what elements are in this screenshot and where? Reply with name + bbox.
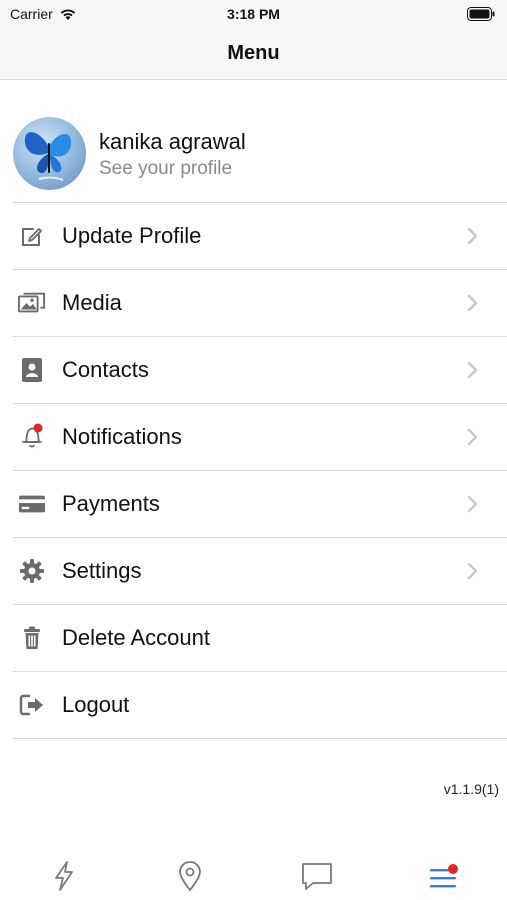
edit-icon [18, 222, 46, 250]
chevron-right-icon [467, 360, 479, 380]
menu-item-media[interactable]: Media [13, 270, 507, 337]
tab-location[interactable] [170, 860, 210, 900]
menu-item-label: Payments [62, 491, 160, 516]
profile-subtitle[interactable]: See your profile [99, 158, 232, 180]
nav-bar: Menu [0, 30, 507, 80]
trash-icon [18, 624, 46, 652]
gear-icon [18, 557, 46, 585]
menu-list: Update Profile Media Contacts Notificati… [0, 203, 507, 739]
lightning-icon [55, 861, 73, 891]
menu-item-label: Settings [62, 558, 142, 583]
avatar[interactable] [13, 117, 86, 190]
profile-name[interactable]: kanika agrawal [99, 129, 246, 155]
menu-item-label: Media [62, 290, 122, 315]
menu-item-label: Delete Account [62, 625, 210, 650]
menu-item-update-profile[interactable]: Update Profile [13, 203, 507, 270]
app-version: v1.1.9(1) [443, 781, 499, 797]
tab-chat[interactable] [297, 860, 337, 900]
menu-item-label: Update Profile [62, 223, 202, 248]
menu-item-delete-account[interactable]: Delete Account [13, 605, 507, 672]
menu-item-payments[interactable]: Payments [13, 471, 507, 538]
notification-badge [33, 423, 43, 433]
menu-item-label: Logout [62, 692, 130, 717]
contacts-icon [18, 356, 46, 384]
tab-bar [0, 842, 507, 900]
bell-icon [18, 423, 46, 451]
logout-icon [18, 691, 46, 719]
menu-item-label: Contacts [62, 357, 149, 382]
menu-item-notifications[interactable]: Notifications [13, 404, 507, 471]
chat-bubble-icon [302, 863, 332, 890]
chevron-right-icon [467, 293, 479, 313]
media-icon [18, 289, 46, 317]
chevron-right-icon [467, 561, 479, 581]
page-title: Menu [227, 42, 280, 64]
menu-item-contacts[interactable]: Contacts [13, 337, 507, 404]
menu-item-logout[interactable]: Logout [13, 672, 507, 739]
chevron-right-icon [467, 226, 479, 246]
battery-icon [467, 7, 495, 24]
location-pin-icon [179, 861, 201, 892]
tab-badge [448, 864, 458, 874]
chevron-right-icon [467, 494, 479, 514]
profile-header[interactable]: kanika agrawal See your profile [0, 80, 507, 202]
chevron-right-icon [467, 427, 479, 447]
credit-card-icon [18, 490, 46, 518]
menu-item-settings[interactable]: Settings [13, 538, 507, 605]
status-time: 3:18 PM [227, 6, 280, 22]
menu-item-label: Notifications [62, 424, 182, 449]
tab-menu[interactable] [423, 860, 463, 900]
status-bar: Carrier 3:18 PM [0, 0, 507, 30]
tab-activity[interactable] [44, 860, 84, 900]
